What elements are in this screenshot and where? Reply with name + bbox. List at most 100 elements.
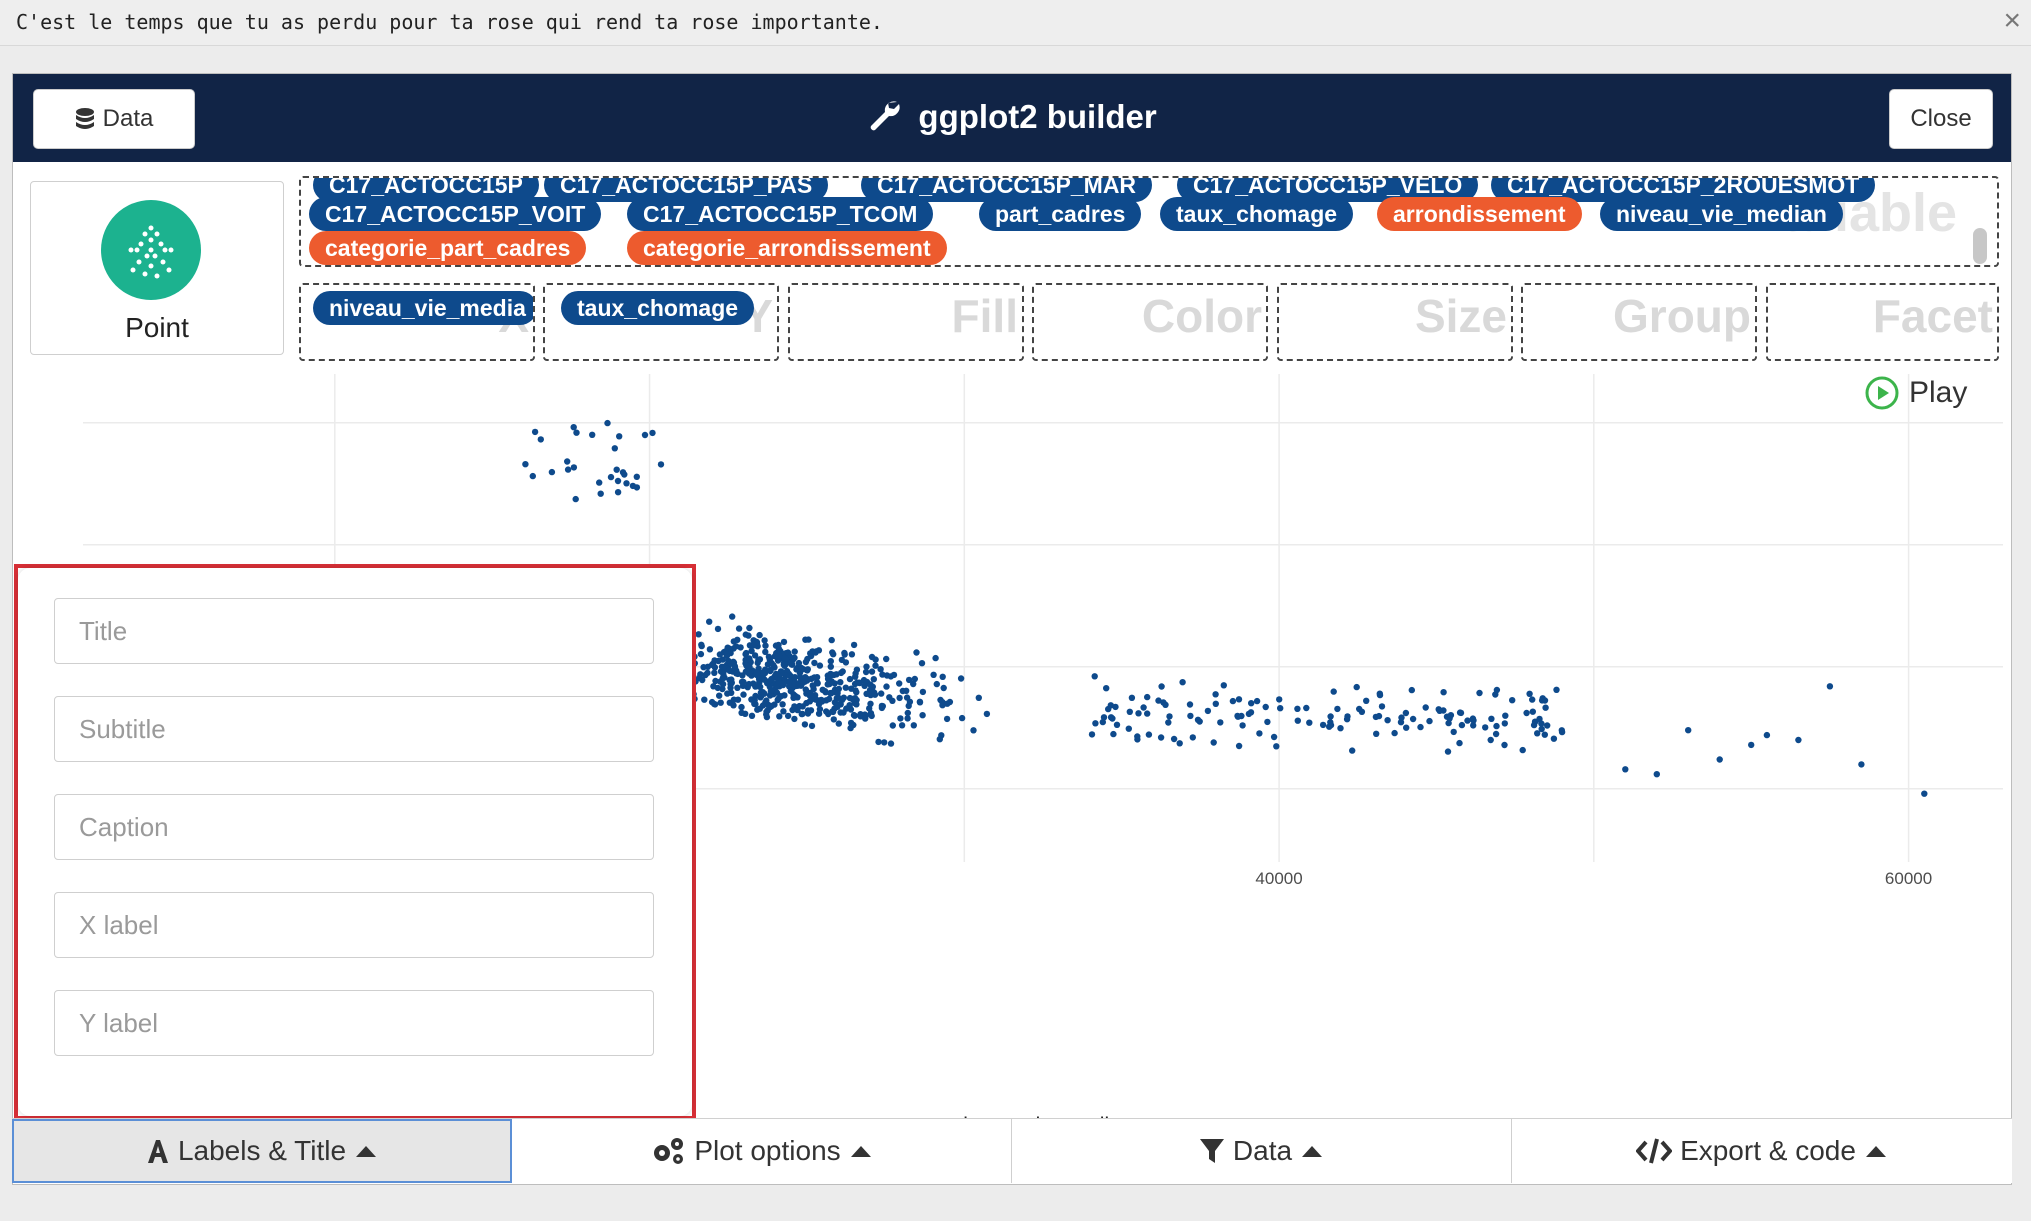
scatter-point <box>788 687 795 695</box>
scatter-point <box>767 688 775 695</box>
scatter-point <box>730 645 737 652</box>
variable-chip[interactable]: C17_ACTOCC15P_VOIT <box>309 197 602 231</box>
scatter-point <box>1538 697 1546 704</box>
x-dropzone[interactable]: X niveau_vie_media <box>299 283 535 361</box>
scatter-point <box>570 424 577 431</box>
modal-title: ggplot2 builder <box>13 98 2011 136</box>
scatter-point <box>564 458 571 465</box>
variable-pool[interactable]: ariable C17_ACTOCC15P C17_ACTOCC15P_PAS … <box>299 176 1999 267</box>
scatter-point <box>1170 735 1178 743</box>
y-label-input[interactable] <box>54 990 654 1056</box>
variable-chip[interactable]: C17_ACTOCC15P_TCOM <box>627 197 934 231</box>
scatter-point <box>633 484 641 491</box>
scatter-point <box>807 707 815 714</box>
scatter-point <box>778 670 785 677</box>
scatter-point <box>830 671 838 679</box>
close-button[interactable]: Close <box>1889 89 1993 149</box>
tab-export-code[interactable]: Export & code <box>1512 1119 2012 1183</box>
plot-points <box>522 419 1928 797</box>
scatter-point <box>828 636 835 644</box>
scatter-point <box>697 650 705 658</box>
scatter-point <box>715 657 722 665</box>
scatter-point <box>781 654 788 662</box>
scatter-point <box>1553 686 1560 693</box>
scatter-point <box>641 431 649 439</box>
scatter-point <box>975 694 982 701</box>
scatter-point <box>816 662 824 669</box>
scatter-point <box>1166 713 1173 720</box>
group-dropzone[interactable]: Group <box>1521 283 1757 361</box>
caption-input[interactable] <box>54 794 654 860</box>
scatter-point <box>1112 703 1119 711</box>
scatter-point <box>933 680 940 688</box>
scatter-point <box>1262 703 1269 711</box>
scatter-point <box>784 649 792 656</box>
scatter-point <box>861 682 868 689</box>
play-button[interactable]: Play <box>1865 376 1967 410</box>
variable-chip[interactable]: categorie_part_cadres <box>309 231 587 265</box>
variable-chip[interactable]: arrondissement <box>1377 197 1582 231</box>
scatter-point <box>1444 748 1452 755</box>
size-dropzone[interactable]: Size <box>1277 283 1513 361</box>
x-tick-label: 60000 <box>1885 869 1932 888</box>
scatter-point <box>779 701 786 708</box>
scatter-point <box>1456 709 1464 716</box>
scatter-point <box>633 473 640 480</box>
scatter-point <box>1358 708 1366 715</box>
tab-labels-title[interactable]: Labels & Title <box>12 1119 512 1183</box>
x-variable-chip[interactable]: niveau_vie_media <box>313 291 533 325</box>
scatter-point <box>910 722 917 729</box>
color-dropzone[interactable]: Color <box>1032 283 1268 361</box>
variable-chip[interactable]: part_cadres <box>979 197 1142 231</box>
scatter-point <box>695 674 703 682</box>
variable-chip[interactable]: niveau_vie_median <box>1600 197 1843 231</box>
y-dropzone[interactable]: Y taux_chomage <box>543 283 779 361</box>
scatter-point <box>788 661 795 668</box>
scatter-point <box>1378 703 1386 710</box>
tab-data[interactable]: Data <box>1012 1119 1512 1183</box>
scatter-point <box>564 466 572 473</box>
close-icon[interactable]: × <box>2003 6 2021 36</box>
x-label-input[interactable] <box>54 892 654 958</box>
scatter-point <box>1422 704 1429 711</box>
scatter-point <box>727 681 734 688</box>
caret-up-icon <box>1865 1146 1886 1157</box>
variable-pool-scrollbar[interactable] <box>1973 228 1987 264</box>
scatter-point <box>940 684 947 692</box>
subtitle-input[interactable] <box>54 696 654 762</box>
scatter-point <box>733 667 740 674</box>
scatter-point <box>780 708 787 715</box>
scatter-point <box>739 682 747 689</box>
scatter-point <box>768 702 775 710</box>
scatter-point <box>799 703 806 710</box>
scatter-point <box>791 648 798 655</box>
scatter-point <box>729 613 736 620</box>
facet-dropzone[interactable]: Facet <box>1766 283 1999 361</box>
geom-selector[interactable]: Point <box>30 181 284 355</box>
scatter-point <box>911 675 918 683</box>
fill-dropzone[interactable]: Fill <box>788 283 1024 361</box>
scatter-point <box>829 708 837 716</box>
y-variable-chip[interactable]: taux_chomage <box>561 291 755 325</box>
title-input[interactable] <box>54 598 654 664</box>
scatter-point <box>706 618 713 625</box>
scatter-point <box>762 648 769 656</box>
scatter-point <box>818 697 825 705</box>
tab-plot-options[interactable]: Plot options <box>512 1119 1012 1183</box>
scatter-point <box>720 663 727 671</box>
scatter-point <box>1234 713 1242 720</box>
scatter-point <box>716 651 724 658</box>
scatter-point <box>695 631 702 638</box>
variable-chip[interactable]: taux_chomage <box>1160 197 1354 231</box>
variable-chip[interactable]: categorie_arrondissement <box>627 231 947 265</box>
scatter-point <box>1091 673 1098 680</box>
scatter-point <box>1144 693 1151 701</box>
scatter-point <box>804 655 811 663</box>
gears-icon <box>654 1138 684 1164</box>
scatter-point <box>1529 708 1537 715</box>
scatter-point <box>791 715 798 723</box>
scatter-point <box>1264 718 1271 726</box>
scatter-point <box>604 419 611 427</box>
scatter-point <box>529 472 536 480</box>
scatter-point <box>887 740 895 747</box>
